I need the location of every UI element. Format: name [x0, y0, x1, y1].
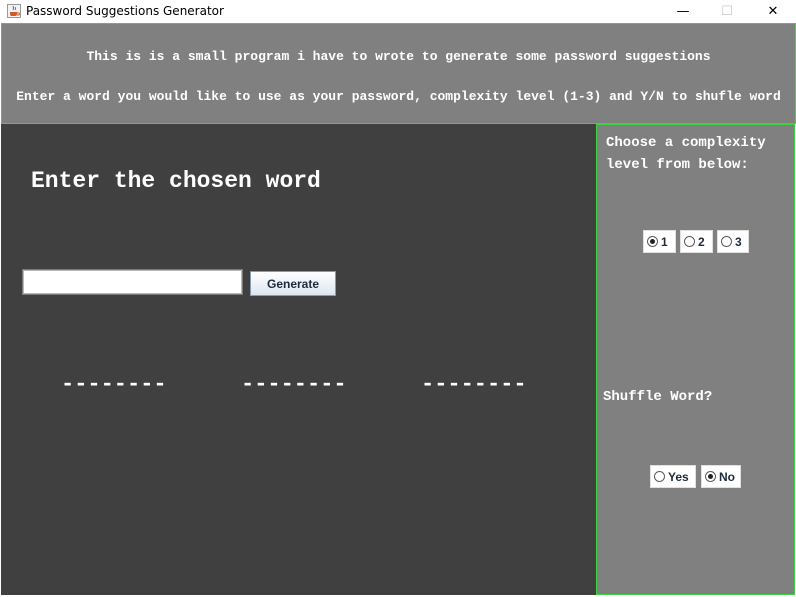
- shuffle-label: Shuffle Word?: [603, 389, 713, 405]
- radio-label: Yes: [668, 469, 689, 484]
- radio-label: No: [719, 469, 735, 484]
- complexity-label-line-1: Choose a complexity: [606, 135, 766, 151]
- word-input[interactable]: [22, 269, 243, 295]
- radio-unselected-icon: [721, 236, 732, 247]
- complexity-label: Choose a complexity level from below:: [606, 132, 766, 176]
- options-panel: Choose a complexity level from below: 1 …: [596, 124, 795, 595]
- suggestion-1: --------: [61, 372, 167, 397]
- shuffle-yes-radio[interactable]: Yes: [650, 465, 696, 488]
- suggestion-3: --------: [421, 372, 527, 397]
- complexity-radio-1[interactable]: 1: [643, 230, 676, 253]
- complexity-radio-3[interactable]: 3: [717, 230, 749, 253]
- description-line-2: Enter a word you would like to use as yo…: [16, 89, 781, 104]
- radio-label: 2: [698, 234, 705, 249]
- radio-unselected-icon: [684, 236, 695, 247]
- window-title: Password Suggestions Generator: [26, 4, 224, 18]
- suggestion-2: --------: [241, 372, 347, 397]
- generate-button[interactable]: Generate: [250, 271, 336, 296]
- enter-word-heading: Enter the chosen word: [31, 168, 321, 194]
- description-panel: This is is a small program i have to wro…: [1, 23, 796, 124]
- maximize-button[interactable]: ☐: [704, 0, 750, 23]
- minimize-button[interactable]: —: [660, 0, 706, 23]
- radio-selected-icon: [647, 236, 658, 247]
- shuffle-no-radio[interactable]: No: [701, 465, 741, 488]
- complexity-label-line-2: level from below:: [606, 157, 749, 173]
- title-bar: Password Suggestions Generator — ☐ ✕: [0, 0, 796, 23]
- radio-selected-icon: [705, 471, 716, 482]
- close-button[interactable]: ✕: [750, 0, 796, 23]
- main-panel: Enter the chosen word Generate -------- …: [1, 124, 596, 595]
- radio-label: 1: [661, 234, 668, 249]
- radio-unselected-icon: [654, 471, 665, 482]
- complexity-radio-2[interactable]: 2: [680, 230, 713, 253]
- radio-label: 3: [735, 234, 742, 249]
- java-cup-icon: [7, 4, 21, 18]
- description-line-1: This is is a small program i have to wro…: [86, 49, 711, 64]
